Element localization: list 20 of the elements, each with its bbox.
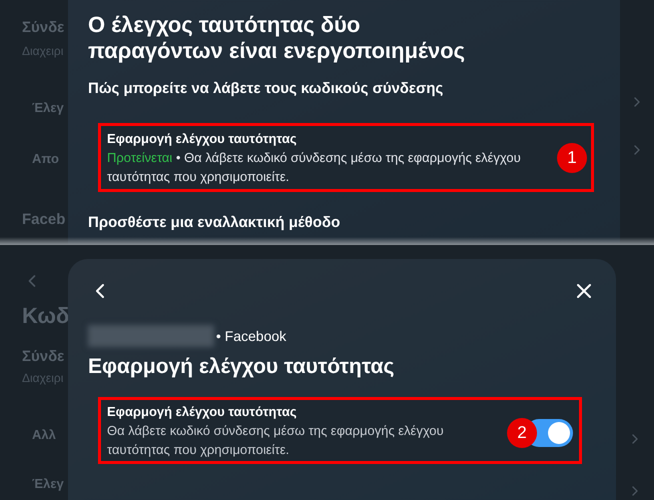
section-title: Σύνδε <box>22 18 64 38</box>
method-card[interactable]: Εφαρμογή ελέγχου ταυτότητας Προτείνεται • Θα λάβετε κωδικό σύνδεσης μέσω της εφαρμογής ελέγχου ταυτότητας που χρησιμοποιείτε. 1 <box>98 122 594 192</box>
menu-item[interactable]: Έλεγ <box>22 98 64 117</box>
setting-description: Θα λάβετε κωδικό σύνδεσης μέσω της εφαρμογής ελέγχου ταυτότητας που χρησιμοποιείτε. <box>107 422 445 459</box>
dialog-subtitle: Πώς μπορείτε να λάβετε τους κωδικούς σύνδεσης <box>88 79 444 99</box>
dialog-title: Εφαρμογή ελέγχου ταυτότητας <box>88 354 396 380</box>
section-title: Σύνδε <box>22 347 64 367</box>
setting-label: Εφαρμογή ελέγχου ταυτότητας <box>107 402 298 421</box>
method-description: Προτείνεται • Θα λάβετε κωδικό σύνδεσης μέσω της εφαρμογής ελέγχου ταυτότητας που χρησιμοποιείτε. <box>107 149 522 186</box>
account-source: • Facebook <box>216 326 286 346</box>
menu-item[interactable]: Έλεγ <box>22 474 64 494</box>
menu-item[interactable]: Απο <box>22 149 59 168</box>
section-heading: Προσθέστε μια εναλλακτική μέθοδο <box>88 213 342 233</box>
annotation-number: 1 <box>557 142 587 172</box>
annotation-number: 2 <box>507 418 537 448</box>
method-label: Εφαρμογή ελέγχου ταυτότητας <box>107 130 298 148</box>
section-title: Faceb <box>22 210 66 230</box>
menu-item[interactable]: Αλλ <box>22 424 56 444</box>
dialog-title: Ο έλεγχος ταυτότητας δύο παραγόντων είναι ενεργοποιημένος <box>88 12 466 64</box>
page-title: Κωδ <box>22 302 68 330</box>
